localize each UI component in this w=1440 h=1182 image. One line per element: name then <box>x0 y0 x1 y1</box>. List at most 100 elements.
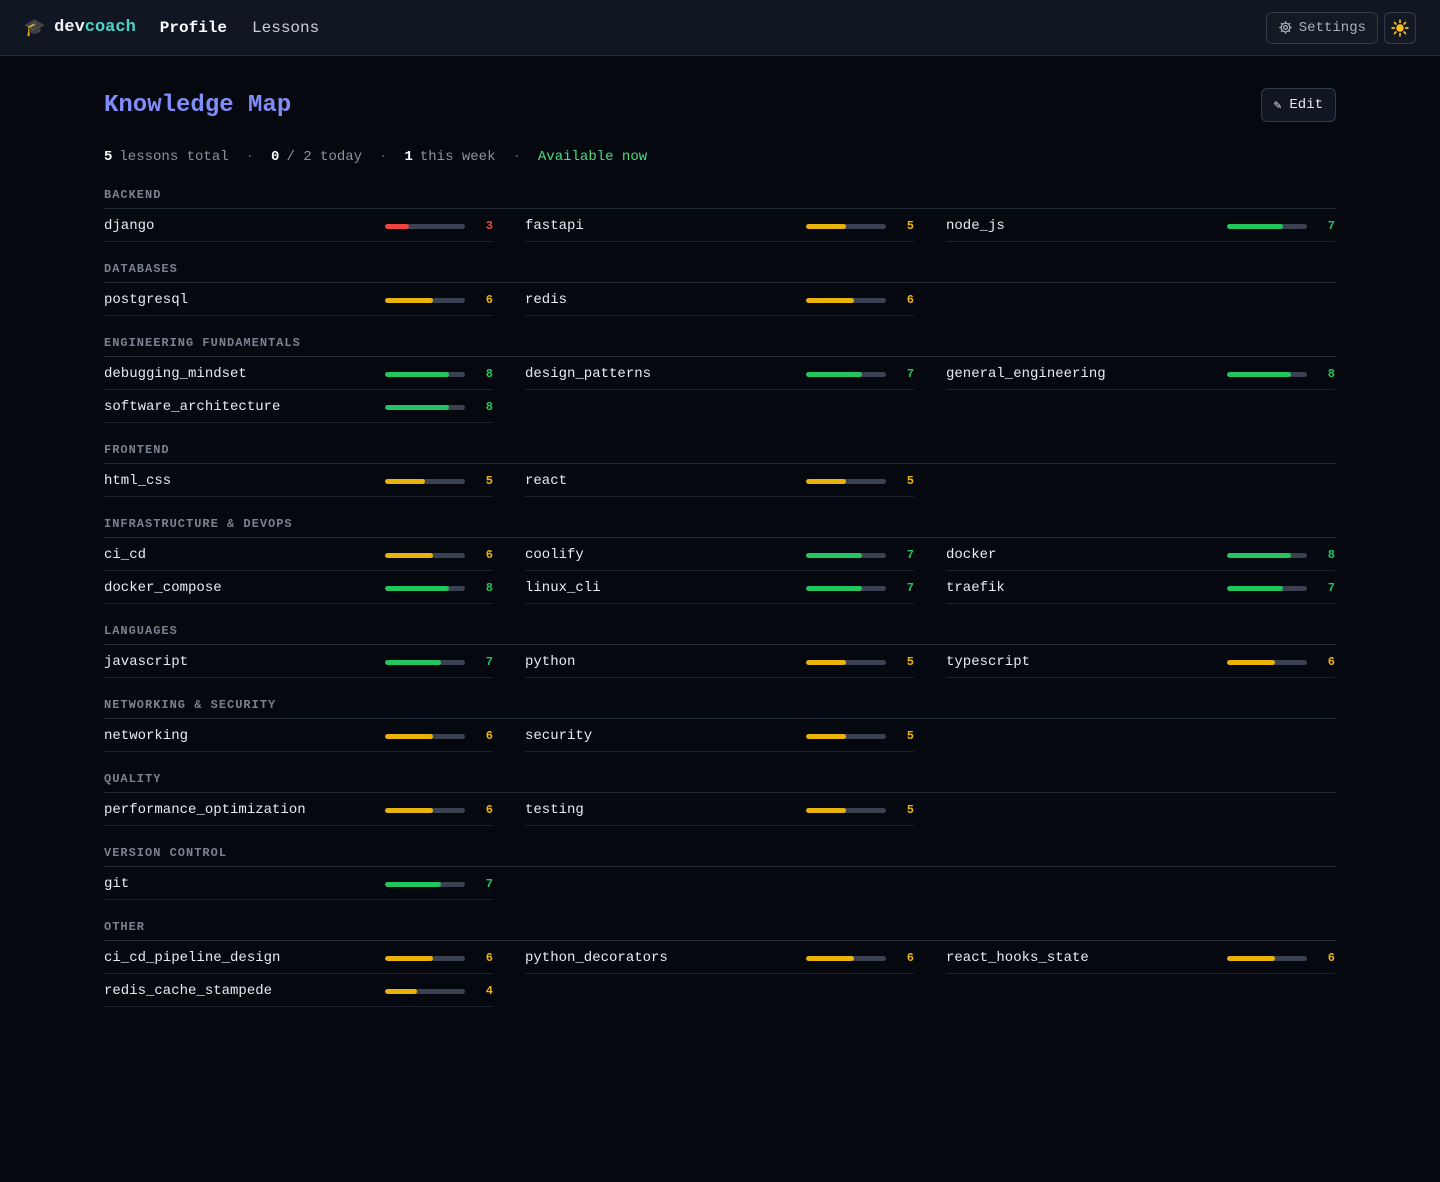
skill-grid: debugging_mindset 8 design_patterns 7 genera… <box>104 357 1336 423</box>
skill-general-engineering[interactable]: general_engineering 8 <box>946 357 1335 390</box>
theme-toggle-button[interactable] <box>1384 11 1416 44</box>
skill-python[interactable]: python 5 <box>525 645 914 678</box>
skill-score: 3 <box>485 219 493 233</box>
skill-node-js[interactable]: node_js 7 <box>946 209 1335 242</box>
skill-level-fill <box>385 733 433 739</box>
skill-name: django <box>104 218 155 234</box>
skill-design-patterns[interactable]: design_patterns 7 <box>525 357 914 390</box>
skill-linux-cli[interactable]: linux_cli 7 <box>525 571 914 604</box>
skill-level-fill <box>1227 955 1275 961</box>
skill-level-fill <box>385 988 417 994</box>
section-title: NETWORKING & SECURITY <box>104 698 1336 719</box>
settings-button[interactable]: Settings <box>1265 11 1378 44</box>
skill-python-decorators[interactable]: python_decorators 6 <box>525 941 914 974</box>
skill-fastapi[interactable]: fastapi 5 <box>525 209 914 242</box>
section-backend: BACKEND django 3 fastapi 5 node_js 7 <box>104 188 1336 242</box>
section-title: QUALITY <box>104 772 1336 793</box>
sun-icon <box>1391 18 1409 37</box>
skill-score: 7 <box>485 877 493 891</box>
skill-score: 6 <box>485 803 493 817</box>
skill-level-fill <box>385 404 449 410</box>
skill-coolify[interactable]: coolify 7 <box>525 538 914 571</box>
skill-level-fill <box>806 371 862 377</box>
section-frontend: FRONTEND html_css 5 react 5 <box>104 443 1336 497</box>
skill-name: testing <box>525 802 584 818</box>
skill-score: 7 <box>485 655 493 669</box>
skill-level-fill <box>806 223 846 229</box>
skill-score: 7 <box>906 581 914 595</box>
week-count: 1 <box>404 149 413 165</box>
graduation-cap-icon: 🎓 <box>24 17 46 38</box>
skill-html-css[interactable]: html_css 5 <box>104 464 493 497</box>
title-row: Knowledge Map ✎ Edit <box>104 88 1336 122</box>
skill-level-bar <box>385 955 465 961</box>
skill-score: 8 <box>485 367 493 381</box>
skill-score: 5 <box>906 729 914 743</box>
skill-react-hooks-state[interactable]: react_hooks_state 6 <box>946 941 1335 974</box>
skill-score: 7 <box>906 548 914 562</box>
skill-ci-cd[interactable]: ci_cd 6 <box>104 538 493 571</box>
skill-docker[interactable]: docker 8 <box>946 538 1335 571</box>
skill-typescript[interactable]: typescript 6 <box>946 645 1335 678</box>
skill-traefik[interactable]: traefik 7 <box>946 571 1335 604</box>
skill-performance-optimization[interactable]: performance_optimization 6 <box>104 793 493 826</box>
skill-react[interactable]: react 5 <box>525 464 914 497</box>
section-title: VERSION CONTROL <box>104 846 1336 867</box>
section-networking-security: NETWORKING & SECURITY networking 6 security… <box>104 698 1336 752</box>
skill-level-fill <box>806 955 854 961</box>
edit-button[interactable]: ✎ Edit <box>1260 88 1336 122</box>
skill-django[interactable]: django 3 <box>104 209 493 242</box>
skill-level-bar <box>806 223 886 229</box>
skill-networking[interactable]: networking 6 <box>104 719 493 752</box>
skill-score: 6 <box>485 951 493 965</box>
skill-level-bar <box>385 807 465 813</box>
skill-git[interactable]: git 7 <box>104 867 493 900</box>
skill-testing[interactable]: testing 5 <box>525 793 914 826</box>
skill-redis-cache-stampede[interactable]: redis_cache_stampede 4 <box>104 974 493 1007</box>
skill-level-fill <box>806 552 862 558</box>
skill-security[interactable]: security 5 <box>525 719 914 752</box>
skill-score: 8 <box>485 400 493 414</box>
section-title: INFRASTRUCTURE & DEVOPS <box>104 517 1336 538</box>
skill-docker-compose[interactable]: docker_compose 8 <box>104 571 493 604</box>
section-other: OTHER ci_cd_pipeline_design 6 python_decora… <box>104 920 1336 1007</box>
skill-debugging-mindset[interactable]: debugging_mindset 8 <box>104 357 493 390</box>
section-title: DATABASES <box>104 262 1336 283</box>
skill-level-fill <box>1227 585 1283 591</box>
skill-level-bar <box>1227 223 1307 229</box>
skill-redis[interactable]: redis 6 <box>525 283 914 316</box>
main-content: Knowledge Map ✎ Edit 5 lessons total · 0… <box>0 88 1440 1007</box>
skill-level-fill <box>385 371 449 377</box>
skill-score: 5 <box>485 474 493 488</box>
skill-javascript[interactable]: javascript 7 <box>104 645 493 678</box>
skill-name: traefik <box>946 580 1005 596</box>
lessons-total-count: 5 <box>104 149 113 165</box>
skill-level-fill <box>385 552 433 558</box>
skill-ci-cd-pipeline-design[interactable]: ci_cd_pipeline_design 6 <box>104 941 493 974</box>
nav-profile[interactable]: Profile <box>160 19 227 37</box>
brand-logo[interactable]: 🎓 dev coach <box>24 18 136 38</box>
skill-name: redis_cache_stampede <box>104 983 273 999</box>
skill-name: ci_cd_pipeline_design <box>104 950 281 966</box>
skill-score: 6 <box>485 548 493 562</box>
skill-level-fill <box>385 478 425 484</box>
skill-score: 5 <box>906 219 914 233</box>
skill-grid: git 7 <box>104 867 1336 900</box>
skill-score: 6 <box>485 293 493 307</box>
pencil-icon: ✎ <box>1273 97 1282 113</box>
section-languages: LANGUAGES javascript 7 python 5 typescript 6 <box>104 624 1336 678</box>
separator-dot: · <box>245 149 255 165</box>
skill-postgresql[interactable]: postgresql 6 <box>104 283 493 316</box>
nav-lessons[interactable]: Lessons <box>252 19 319 37</box>
skill-level-bar <box>385 404 465 410</box>
skill-level-bar <box>385 733 465 739</box>
skill-software-architecture[interactable]: software_architecture 8 <box>104 390 493 423</box>
skill-grid: javascript 7 python 5 typescript 6 <box>104 645 1336 678</box>
section-infrastructure-devops: INFRASTRUCTURE & DEVOPS ci_cd 6 coolify 7 doc… <box>104 517 1336 604</box>
skill-name: software_architecture <box>104 399 281 415</box>
skill-level-fill <box>385 659 441 665</box>
availability-status: Available now <box>537 149 648 165</box>
skill-score: 8 <box>485 581 493 595</box>
skill-level-bar <box>806 733 886 739</box>
skill-level-bar <box>385 659 465 665</box>
